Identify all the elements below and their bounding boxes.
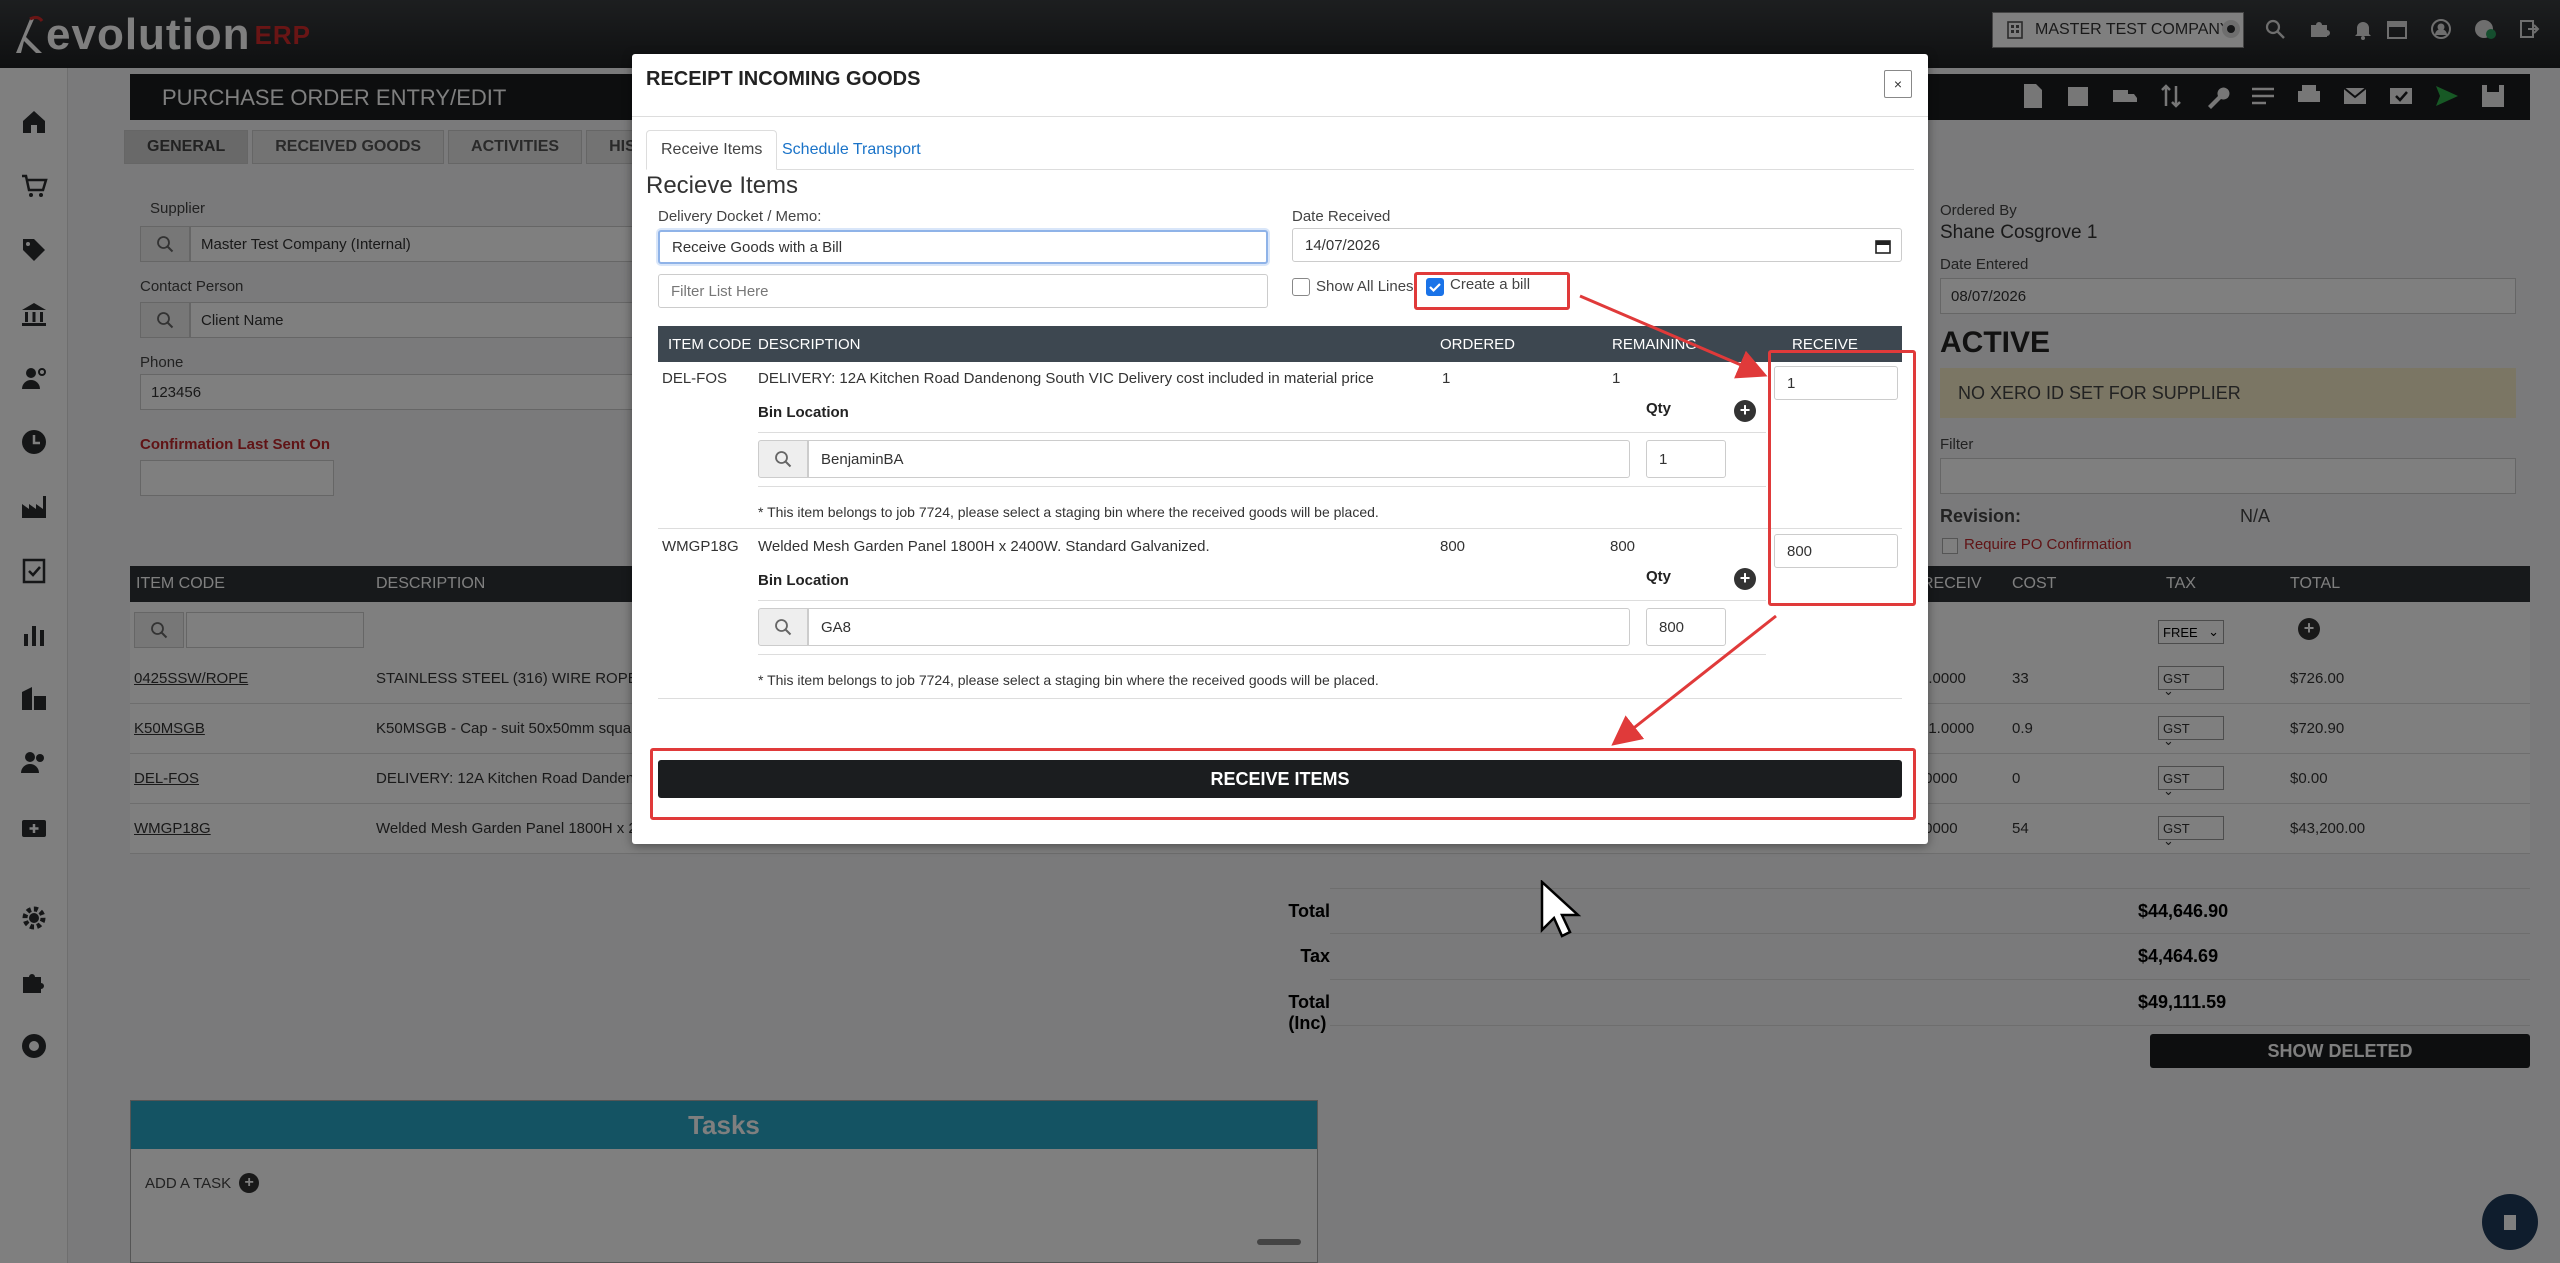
mouse-cursor-icon — [1540, 880, 1582, 938]
erp-page: evolutionERP MASTER TEST COMPANY PURCHAS… — [0, 0, 2560, 1263]
annotation-arrows — [1579, 294, 1777, 746]
